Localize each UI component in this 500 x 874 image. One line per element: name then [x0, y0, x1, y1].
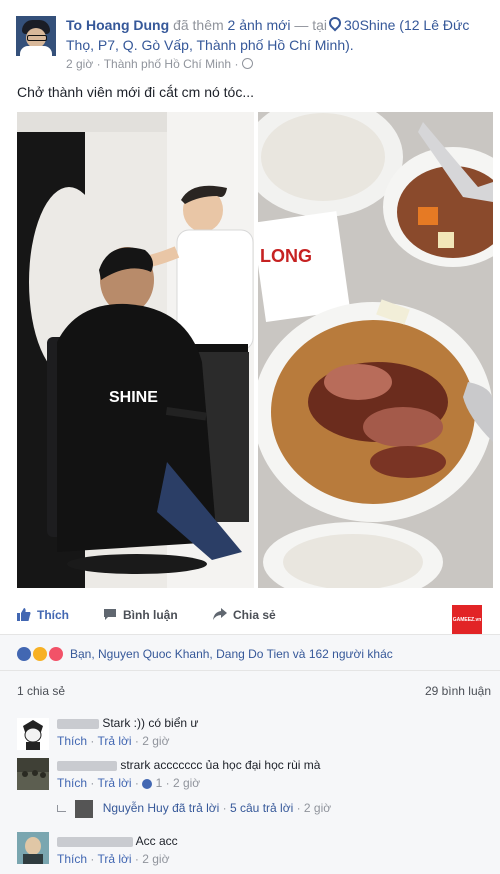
- photos-link[interactable]: 2 ảnh mới: [228, 17, 291, 33]
- comment-actions: Thích · Trả lời · 1 · 2 giờ: [57, 776, 201, 790]
- commenter-avatar[interactable]: [17, 832, 49, 864]
- gameez-badge[interactable]: GAMEEZ.vn: [452, 605, 482, 635]
- action-verb: đã thêm: [173, 17, 224, 33]
- commenter-avatar[interactable]: [17, 718, 49, 750]
- share-button[interactable]: Chia sẻ: [213, 608, 276, 623]
- share-arrow-icon: [213, 608, 227, 623]
- comment-like-count[interactable]: 1: [142, 776, 162, 790]
- post-time-link[interactable]: 2 giờ: [66, 57, 93, 71]
- blurred-name: [57, 760, 117, 771]
- comment-actions: Thích · Trả lời · 2 giờ: [57, 852, 170, 866]
- post-header: To Hoang Dung đã thêm 2 ảnh mới — tại 30S…: [0, 0, 500, 110]
- dash: —: [294, 17, 309, 33]
- comment-actions: Thích · Trả lời · 2 giờ: [57, 734, 170, 748]
- comment-reply-link[interactable]: Trả lời: [97, 776, 131, 790]
- reply-time: 2 giờ: [303, 801, 332, 816]
- food-photo[interactable]: LONG: [258, 112, 493, 588]
- thumbs-up-icon: [17, 608, 31, 624]
- like-button[interactable]: Thích: [17, 608, 69, 624]
- comment-text: strark accccccc ủa học đại học rùi mà: [57, 758, 320, 772]
- author-name-link[interactable]: To Hoang Dung: [66, 17, 169, 33]
- comments-list: Stark :)) có biển ư Thích · Trả lời · 2 …: [0, 706, 500, 874]
- barber-photo[interactable]: SHINE: [17, 112, 254, 588]
- like-badge-icon: [142, 778, 153, 789]
- comment-like-link[interactable]: Thích: [57, 776, 87, 790]
- reactors-link[interactable]: Bạn, Nguyen Quoc Khanh, Dang Do Tien và …: [70, 647, 393, 661]
- reply-arrow-icon: [57, 805, 66, 813]
- svg-text:LONG: LONG: [260, 246, 312, 266]
- comment-icon: [103, 608, 117, 624]
- globe-icon[interactable]: [241, 58, 253, 69]
- comment-text: Stark :)) có biển ư: [57, 716, 198, 730]
- comment-time[interactable]: 2 giờ: [173, 776, 200, 790]
- like-reaction-icon[interactable]: [17, 647, 31, 661]
- replier-name: Nguyễn Huy: [102, 801, 169, 816]
- post-headline: To Hoang Dung đã thêm 2 ảnh mới — tại 30S…: [66, 14, 486, 55]
- reply-count: 5 câu trả lời: [230, 801, 294, 816]
- haha-reaction-icon[interactable]: [33, 647, 47, 661]
- post-actions: Thích Bình luận Chia sẻ: [0, 603, 500, 631]
- blurred-name: [57, 718, 99, 729]
- comment-time[interactable]: 2 giờ: [142, 734, 169, 748]
- comment-like-link[interactable]: Thích: [57, 852, 87, 866]
- shares-count-link[interactable]: 1 chia sẻ: [17, 684, 65, 698]
- location-pin-icon: [326, 14, 344, 32]
- at-word: tại: [312, 17, 328, 33]
- post-photos: SHINE LONG: [17, 112, 493, 588]
- comment-text: Acc acc: [57, 834, 178, 848]
- comment-button[interactable]: Bình luận: [103, 608, 178, 624]
- svg-text:SHINE: SHINE: [109, 389, 158, 406]
- post-location-link[interactable]: Thành phố Hồ Chí Minh: [104, 57, 231, 71]
- post-caption: Chở thành viên mới đi cắt cm nó tóc...: [17, 84, 255, 100]
- comment-reply-link[interactable]: Trả lời: [97, 734, 131, 748]
- love-reaction-icon[interactable]: [49, 647, 63, 661]
- reactions-bar: Bạn, Nguyen Quoc Khanh, Dang Do Tien và …: [0, 634, 500, 671]
- comment-reply-link[interactable]: Trả lời: [97, 852, 131, 866]
- commenter-avatar[interactable]: [17, 758, 49, 790]
- reply-summary[interactable]: Nguyễn Huy đã trả lời · 5 câu trả lời · …: [57, 800, 331, 818]
- comments-count-link[interactable]: 29 bình luận: [425, 684, 491, 698]
- post-stats: 1 chia sẻ 29 bình luận: [0, 670, 500, 708]
- replier-avatar: [75, 800, 94, 818]
- post-meta: 2 giờ · Thành phố Hồ Chí Minh ·: [66, 57, 253, 71]
- blurred-name: [57, 836, 133, 847]
- author-avatar[interactable]: [16, 16, 56, 56]
- comment-like-link[interactable]: Thích: [57, 734, 87, 748]
- comment-time[interactable]: 2 giờ: [142, 852, 169, 866]
